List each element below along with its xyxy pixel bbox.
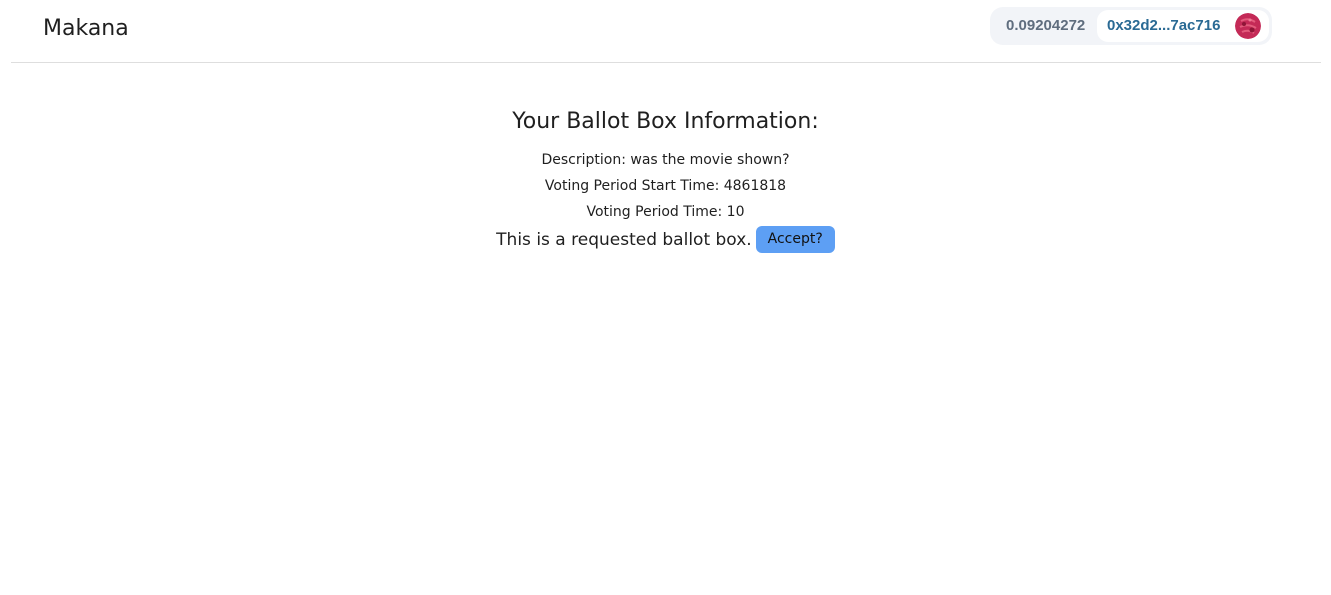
- voting-period-time: Voting Period Time: 10: [586, 204, 745, 220]
- ballot-description: Description: was the movie shown?: [541, 152, 790, 168]
- page-title: Your Ballot Box Information:: [512, 109, 819, 134]
- wallet-balance: 0.09204272: [1006, 17, 1086, 34]
- top-navbar: Makana 0.09204272 0x32d2...7ac716: [11, 0, 1321, 63]
- request-row: This is a requested ballot box. Accept?: [496, 226, 835, 253]
- voting-start-time: Voting Period Start Time: 4861818: [544, 178, 787, 194]
- brand-logo-text[interactable]: Makana: [43, 16, 129, 41]
- wallet-address: 0x32d2...7ac716: [1107, 17, 1221, 34]
- identicon-avatar-icon: [1235, 13, 1261, 39]
- account-button[interactable]: 0x32d2...7ac716: [1097, 10, 1269, 42]
- accept-button[interactable]: Accept?: [755, 226, 835, 253]
- request-text: This is a requested ballot box.: [496, 229, 752, 250]
- wallet-widget[interactable]: 0.09204272 0x32d2...7ac716: [990, 7, 1272, 45]
- ballot-info-section: Your Ballot Box Information: Description…: [0, 105, 1331, 253]
